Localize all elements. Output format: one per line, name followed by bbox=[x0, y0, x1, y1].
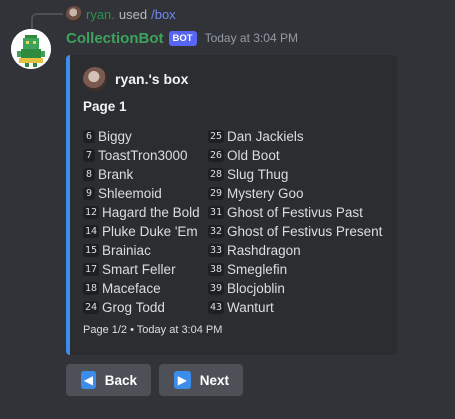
item-number: 33 bbox=[208, 244, 225, 257]
item-number: 43 bbox=[208, 301, 225, 314]
box-embed: ryan.'s box Page 1 6 Biggy 7 ToastTron3000… bbox=[66, 55, 397, 355]
item-name: Wanturt bbox=[227, 300, 274, 315]
next-button[interactable]: ▶ Next bbox=[159, 364, 243, 396]
item-number: 39 bbox=[208, 282, 225, 295]
bot-avatar[interactable] bbox=[11, 29, 51, 69]
item-number: 18 bbox=[83, 282, 100, 295]
reply-user-avatar[interactable] bbox=[66, 6, 82, 22]
item-name: Maceface bbox=[102, 281, 161, 296]
list-item: 29 Mystery Goo bbox=[208, 184, 382, 203]
list-item: 31 Ghost of Festivus Past bbox=[208, 203, 382, 222]
message-timestamp[interactable]: Today at 3:04 PM bbox=[205, 31, 298, 45]
item-number: 24 bbox=[83, 301, 100, 314]
item-name: Hagard the Bold bbox=[102, 205, 200, 220]
item-name: Slug Thug bbox=[227, 167, 289, 182]
item-number: 12 bbox=[83, 206, 100, 219]
reply-context[interactable]: ryan. used /box bbox=[66, 5, 176, 23]
list-item: 33 Rashdragon bbox=[208, 241, 382, 260]
reply-command[interactable]: /box bbox=[151, 7, 176, 22]
item-list-right: 25 Dan Jackiels 26 Old Boot 28 Slug Thug 29… bbox=[208, 127, 382, 317]
item-name: Shleemoid bbox=[98, 186, 162, 201]
embed-author-avatar bbox=[83, 67, 107, 91]
item-number: 17 bbox=[83, 263, 100, 276]
bot-username[interactable]: CollectionBot bbox=[66, 30, 164, 47]
list-item: 24 Grog Todd bbox=[83, 298, 200, 317]
item-list-left: 6 Biggy 7 ToastTron3000 8 Brank 9 Shleemoid … bbox=[83, 127, 200, 317]
item-number: 32 bbox=[208, 225, 225, 238]
item-name: Smeglefin bbox=[227, 262, 288, 277]
item-number: 9 bbox=[83, 187, 95, 200]
bot-tag-badge: BOT bbox=[168, 30, 197, 46]
back-button[interactable]: ◀ Back bbox=[66, 364, 151, 396]
right-arrow-icon: ▶ bbox=[174, 371, 191, 389]
reply-connector bbox=[31, 13, 63, 29]
left-arrow-icon: ◀ bbox=[81, 371, 96, 389]
embed-footer: Page 1/2 • Today at 3:04 PM bbox=[83, 324, 223, 336]
item-name: Old Boot bbox=[227, 148, 280, 163]
message-header: CollectionBot BOT Today at 3:04 PM bbox=[66, 28, 298, 48]
item-number: 7 bbox=[83, 149, 95, 162]
item-name: Ghost of Festivus Past bbox=[227, 205, 363, 220]
item-name: Blocjoblin bbox=[227, 281, 285, 296]
list-item: 15 Brainiac bbox=[83, 241, 200, 260]
list-item: 38 Smeglefin bbox=[208, 260, 382, 279]
item-number: 25 bbox=[208, 130, 225, 143]
item-name: Grog Todd bbox=[102, 300, 165, 315]
item-name: Brank bbox=[98, 167, 134, 182]
list-item: 6 Biggy bbox=[83, 127, 200, 146]
next-button-label: Next bbox=[199, 372, 229, 388]
back-button-label: Back bbox=[104, 372, 137, 388]
list-item: 25 Dan Jackiels bbox=[208, 127, 382, 146]
list-item: 17 Smart Feller bbox=[83, 260, 200, 279]
item-name: Biggy bbox=[98, 129, 132, 144]
embed-author-name: ryan.'s box bbox=[115, 71, 189, 87]
item-name: Dan Jackiels bbox=[227, 129, 304, 144]
item-number: 38 bbox=[208, 263, 225, 276]
list-item: 18 Maceface bbox=[83, 279, 200, 298]
list-item: 26 Old Boot bbox=[208, 146, 382, 165]
list-item: 32 Ghost of Festivus Present bbox=[208, 222, 382, 241]
item-name: ToastTron3000 bbox=[98, 148, 188, 163]
list-item: 14 Pluke Duke 'Em bbox=[83, 222, 200, 241]
list-item: 12 Hagard the Bold bbox=[83, 203, 200, 222]
list-item: 28 Slug Thug bbox=[208, 165, 382, 184]
item-name: Pluke Duke 'Em bbox=[102, 224, 198, 239]
item-number: 15 bbox=[83, 244, 100, 257]
list-item: 7 ToastTron3000 bbox=[83, 146, 200, 165]
item-name: Smart Feller bbox=[102, 262, 176, 277]
list-item: 9 Shleemoid bbox=[83, 184, 200, 203]
item-name: Rashdragon bbox=[227, 243, 301, 258]
item-number: 31 bbox=[208, 206, 225, 219]
item-number: 8 bbox=[83, 168, 95, 181]
list-item: 39 Blocjoblin bbox=[208, 279, 382, 298]
item-number: 28 bbox=[208, 168, 225, 181]
item-name: Ghost of Festivus Present bbox=[227, 224, 383, 239]
reply-username[interactable]: ryan. bbox=[86, 7, 115, 22]
item-name: Mystery Goo bbox=[227, 186, 304, 201]
embed-page-title: Page 1 bbox=[83, 99, 127, 114]
item-name: Brainiac bbox=[102, 243, 151, 258]
item-number: 6 bbox=[83, 130, 95, 143]
reply-used-text: used bbox=[118, 6, 148, 22]
item-number: 26 bbox=[208, 149, 225, 162]
item-number: 29 bbox=[208, 187, 225, 200]
list-item: 8 Brank bbox=[83, 165, 200, 184]
robot-icon bbox=[11, 29, 51, 69]
embed-author: ryan.'s box bbox=[83, 67, 188, 91]
list-item: 43 Wanturt bbox=[208, 298, 382, 317]
item-number: 14 bbox=[83, 225, 100, 238]
